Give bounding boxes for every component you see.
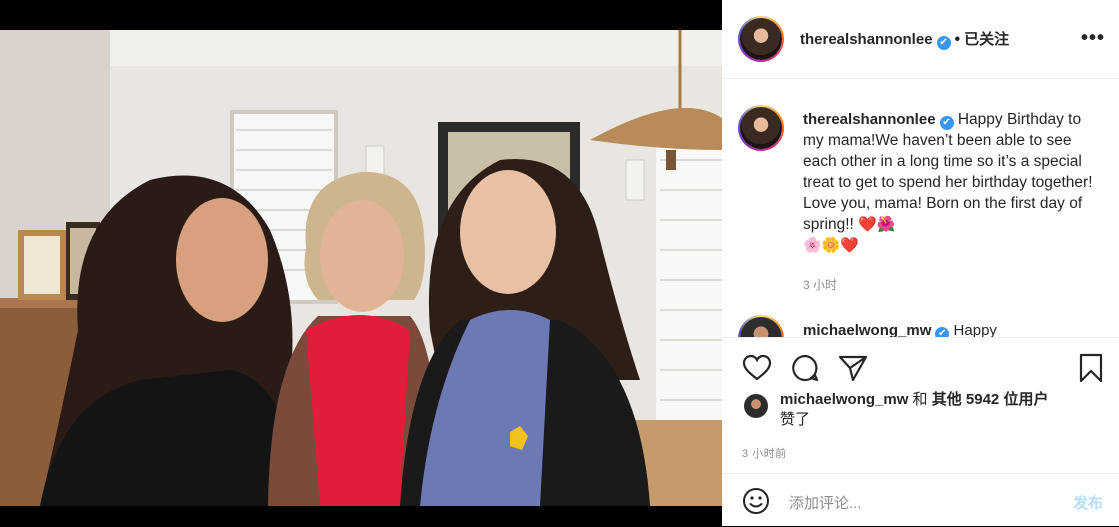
author-avatar[interactable] — [738, 16, 784, 62]
like-heart-icon[interactable] — [742, 354, 772, 382]
likes-and-text: 和 — [912, 391, 928, 408]
more-options-icon[interactable]: ••• — [1081, 28, 1105, 48]
post-actions: michaelwong_mw 和 其他 5942 位用户 赞了 3 小时前 — [722, 337, 1119, 474]
caption-emojis-inline: ❤️🌺 — [858, 215, 896, 233]
add-comment-input[interactable]: 添加评论... — [789, 492, 862, 513]
caption-text: Happy Birthday to my mama!We haven’t bee… — [803, 111, 1093, 233]
likes-summary: michaelwong_mw 和 其他 5942 位用户 赞了 — [780, 390, 1100, 430]
comments-area[interactable]: therealshannonlee ✔ Happy Birthday to my … — [722, 79, 1119, 337]
verified-badge-icon: ✔ — [935, 327, 950, 337]
comment-bubble-icon[interactable] — [790, 353, 820, 383]
photo-illustration — [0, 0, 722, 526]
post-photo[interactable] — [0, 0, 722, 526]
caption-time: 3 小时 — [803, 278, 838, 292]
follow-status-button[interactable]: 已关注 — [964, 31, 1009, 48]
first-liker-username[interactable]: michaelwong_mw — [780, 391, 908, 408]
commenter-username[interactable]: michaelwong_mw — [803, 322, 931, 337]
emoji-smiley-icon[interactable] — [742, 487, 770, 515]
liker-avatar[interactable] — [744, 394, 768, 418]
verified-badge-icon: ✔ — [936, 36, 951, 50]
save-bookmark-icon[interactable] — [1078, 353, 1104, 383]
share-send-icon[interactable] — [838, 354, 868, 382]
caption-username[interactable]: therealshannonlee — [803, 111, 936, 128]
next-comment: michaelwong_mw ✔ Happy — [803, 322, 997, 337]
author-line: therealshannonlee ✔ • 已关注 — [800, 28, 1009, 50]
caption-text-block: therealshannonlee ✔ Happy Birthday to my … — [803, 109, 1103, 256]
likes-liked-text: 赞了 — [780, 411, 811, 428]
likes-others-link[interactable]: 其他 5942 位用户 — [932, 391, 1049, 408]
post-header: therealshannonlee ✔ • 已关注 ••• — [722, 0, 1119, 79]
separator-dot: • — [954, 31, 961, 48]
comment-text: Happy — [953, 322, 997, 337]
caption-emojis-line: 🌸🌼❤️ — [803, 236, 860, 254]
post-comment-button[interactable]: 发布 — [1073, 492, 1103, 513]
caption-author-avatar[interactable] — [738, 105, 784, 151]
post-timestamp[interactable]: 3 小时前 — [742, 445, 787, 461]
add-comment-bar: 添加评论... 发布 — [722, 473, 1119, 527]
post-side-panel: therealshannonlee ✔ • 已关注 ••• therealshanno… — [722, 0, 1119, 526]
author-username[interactable]: therealshannonlee — [800, 31, 933, 48]
verified-badge-icon: ✔ — [939, 116, 954, 130]
commenter-avatar[interactable] — [738, 315, 784, 337]
